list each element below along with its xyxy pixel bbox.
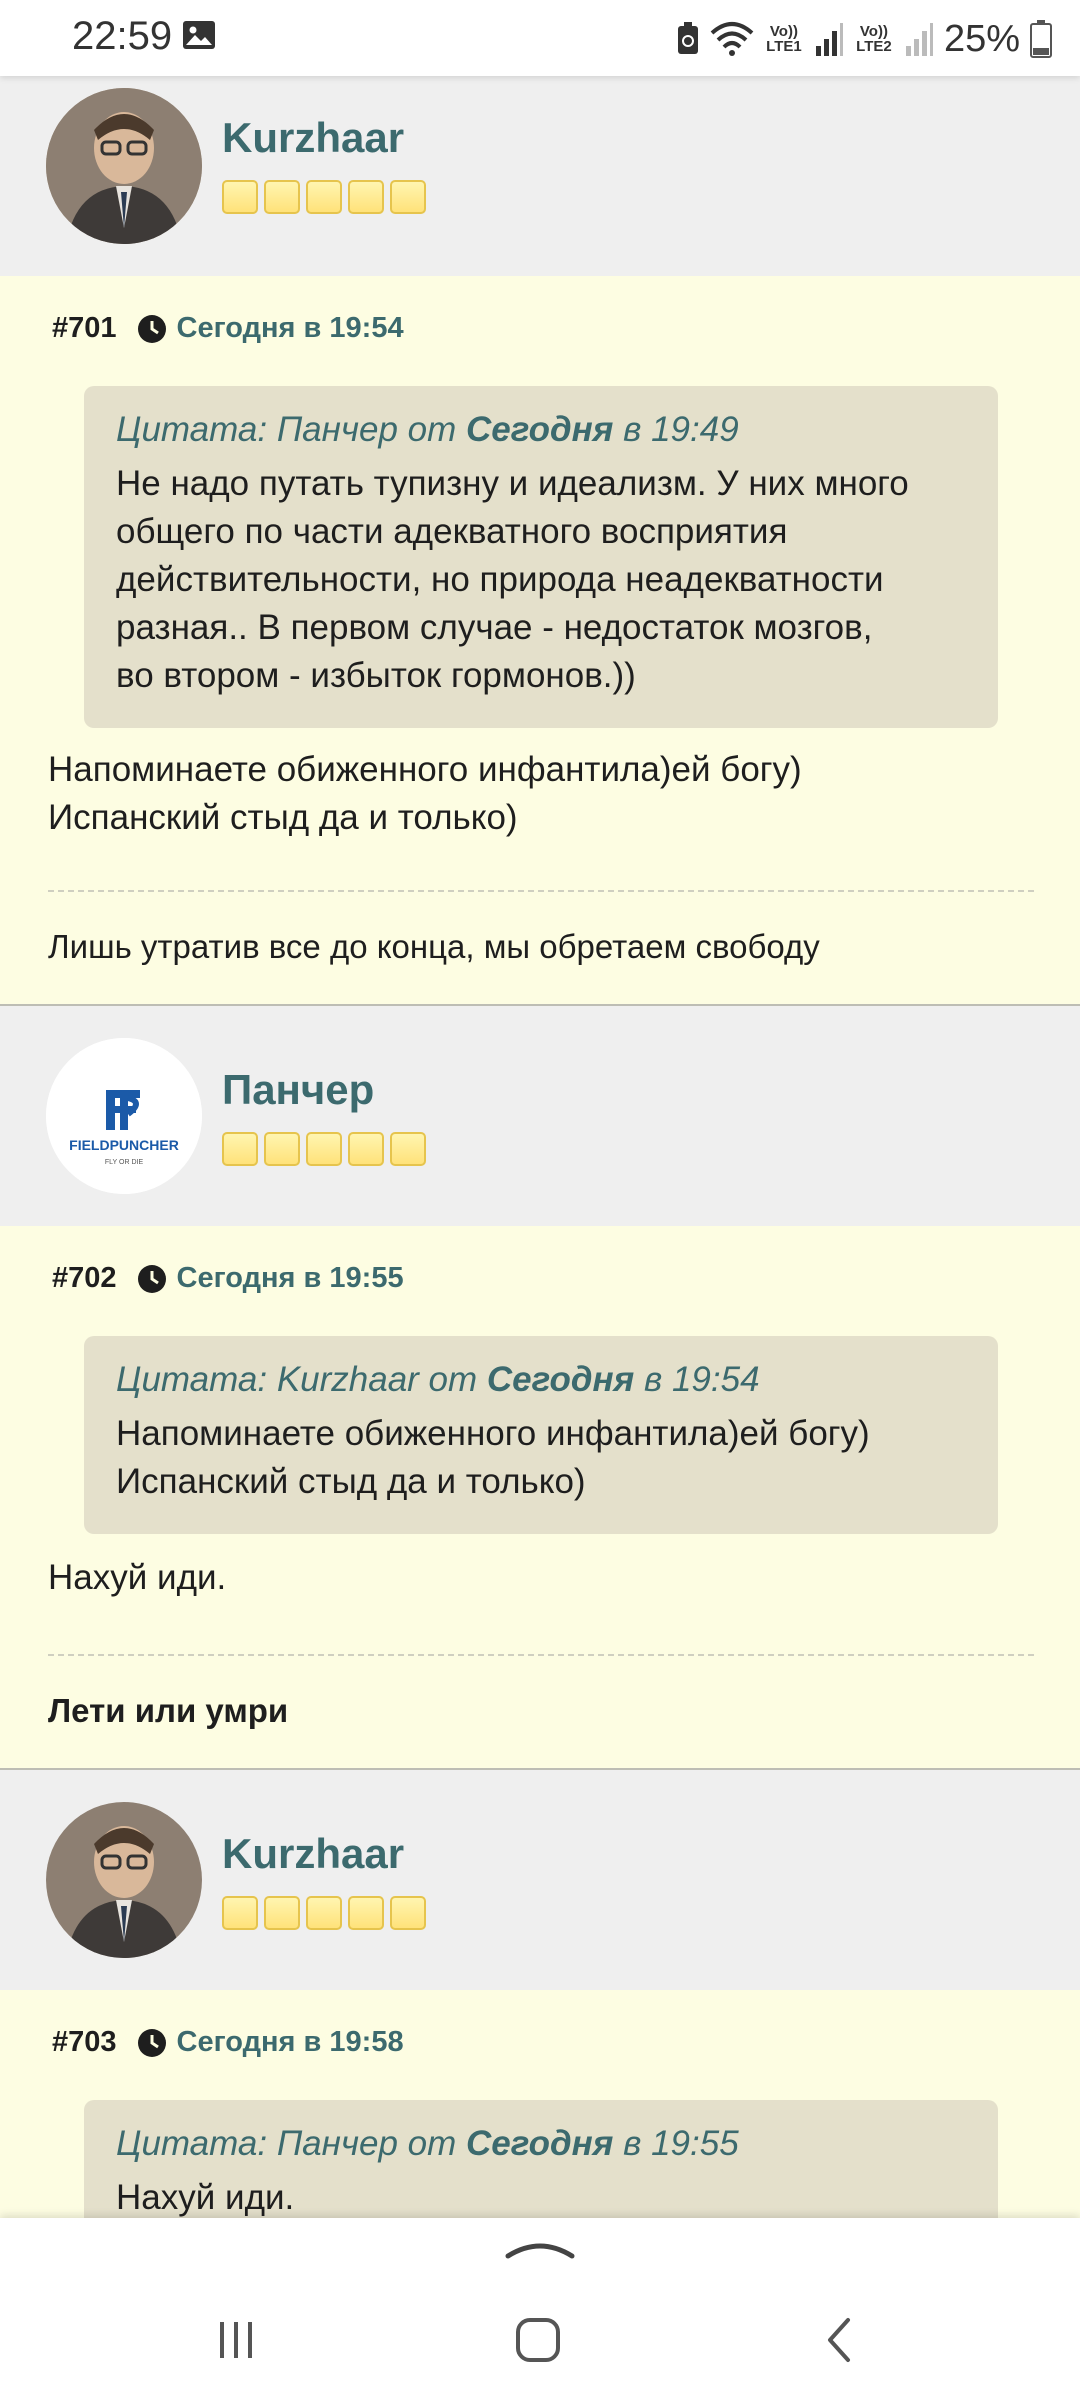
rating-star <box>306 1132 342 1166</box>
post-meta: #702 Сегодня в 19:55 <box>52 1262 404 1295</box>
gallery-icon <box>183 21 215 49</box>
rating-star <box>390 1896 426 1930</box>
status-bar: 22:59 Vo)) LTE1 Vo)) LTE2 25% <box>0 0 1080 76</box>
quote-text: Нахуй иди. <box>116 2178 295 2217</box>
system-nav-bar <box>0 2218 1080 2400</box>
home-button[interactable] <box>508 2310 568 2370</box>
post-author-block: Kurzhaar <box>0 76 1080 276</box>
post-author-block: FIELDPUNCHER FLY OR DIE Панчер <box>0 1004 1080 1226</box>
rating-star <box>348 1896 384 1930</box>
post-meta: #701 Сегодня в 19:54 <box>52 312 404 345</box>
post-text: Нахуй иди. <box>48 1558 227 1597</box>
sim2-indicator: Vo)) LTE2 <box>856 23 892 55</box>
quote-header: Цитата: Панчер от Сегодня в 19:49 <box>116 410 739 449</box>
avatar[interactable] <box>46 1802 202 1958</box>
avatar[interactable] <box>46 88 202 244</box>
quote-block: Цитата: Kurzhaar от Сегодня в 19:54 Напо… <box>84 1336 998 1534</box>
author-name[interactable]: Панчер <box>222 1066 374 1114</box>
author-name[interactable]: Kurzhaar <box>222 114 404 162</box>
recycle-icon <box>677 22 698 54</box>
rating-star <box>348 1132 384 1166</box>
quote-header: Цитата: Панчер от Сегодня в 19:55 <box>116 2124 739 2163</box>
post-meta: #703 Сегодня в 19:58 <box>52 2026 404 2059</box>
quote-text: Не надо путать тупизну и идеализм. У них… <box>116 464 909 695</box>
rating-stars <box>222 180 426 214</box>
signature-divider <box>48 890 1034 892</box>
quote-header: Цитата: Kurzhaar от Сегодня в 19:54 <box>116 1360 760 1399</box>
post-number[interactable]: #701 <box>52 312 117 345</box>
clock-icon <box>137 314 166 343</box>
post-text: Напоминаете обиженного инфантила)ей богу… <box>48 750 802 837</box>
thread-content: Kurzhaar #701 Сегодня в 19:54 Цитата: Па… <box>0 76 1080 2290</box>
rating-stars <box>222 1896 426 1930</box>
clock-time: 22:59 <box>72 14 173 58</box>
svg-text:FLY OR DIE: FLY OR DIE <box>105 1159 144 1166</box>
chevron-up-icon[interactable] <box>500 2234 580 2264</box>
quote-text: Напоминаете обиженного инфантила)ей богу… <box>116 1414 870 1501</box>
post-number[interactable]: #702 <box>52 1262 117 1295</box>
rating-star <box>222 1132 258 1166</box>
rating-star <box>222 180 258 214</box>
post-body: #701 Сегодня в 19:54 Цитата: Панчер от С… <box>0 276 1080 1004</box>
rating-star <box>306 180 342 214</box>
avatar-photo <box>46 88 202 244</box>
post-date[interactable]: Сегодня в 19:58 <box>177 2026 404 2059</box>
rating-star <box>390 1132 426 1166</box>
rating-star <box>264 180 300 214</box>
battery-icon <box>1030 20 1052 58</box>
post-number[interactable]: #703 <box>52 2026 117 2059</box>
rating-star <box>348 180 384 214</box>
quote-block: Цитата: Панчер от Сегодня в 19:49 Не над… <box>84 386 998 728</box>
rating-stars <box>222 1132 426 1166</box>
battery-percent: 25% <box>943 17 1020 60</box>
post-author-block: Kurzhaar <box>0 1768 1080 1990</box>
signal-icon <box>815 23 843 56</box>
back-button[interactable] <box>810 2310 870 2370</box>
author-name[interactable]: Kurzhaar <box>222 1830 404 1878</box>
rating-star <box>222 1896 258 1930</box>
signature: Лети или умри <box>48 1692 289 1729</box>
svg-text:FIELDPUNCHER: FIELDPUNCHER <box>69 1137 179 1153</box>
rating-star <box>264 1896 300 1930</box>
fieldpuncher-logo: FIELDPUNCHER FLY OR DIE <box>46 1038 202 1194</box>
post-body: #702 Сегодня в 19:55 Цитата: Kurzhaar от… <box>0 1226 1080 1768</box>
rating-star <box>264 1132 300 1166</box>
signature: Лишь утратив все до конца, мы обретаем с… <box>48 928 820 965</box>
avatar[interactable]: FIELDPUNCHER FLY OR DIE <box>46 1038 202 1194</box>
status-icons: Vo)) LTE1 Vo)) LTE2 25% <box>676 14 1052 64</box>
post-date[interactable]: Сегодня в 19:54 <box>177 312 404 345</box>
avatar-photo <box>46 1802 202 1958</box>
sim1-indicator: Vo)) LTE1 <box>766 23 802 55</box>
rating-star <box>390 180 426 214</box>
recent-apps-button[interactable] <box>206 2310 266 2370</box>
signature-divider <box>48 1654 1034 1656</box>
clock-icon <box>137 1264 166 1293</box>
clock-icon <box>137 2028 166 2057</box>
rating-star <box>306 1896 342 1930</box>
wifi-icon <box>710 22 754 56</box>
signal-icon <box>905 23 933 56</box>
post-date[interactable]: Сегодня в 19:55 <box>177 1262 404 1295</box>
